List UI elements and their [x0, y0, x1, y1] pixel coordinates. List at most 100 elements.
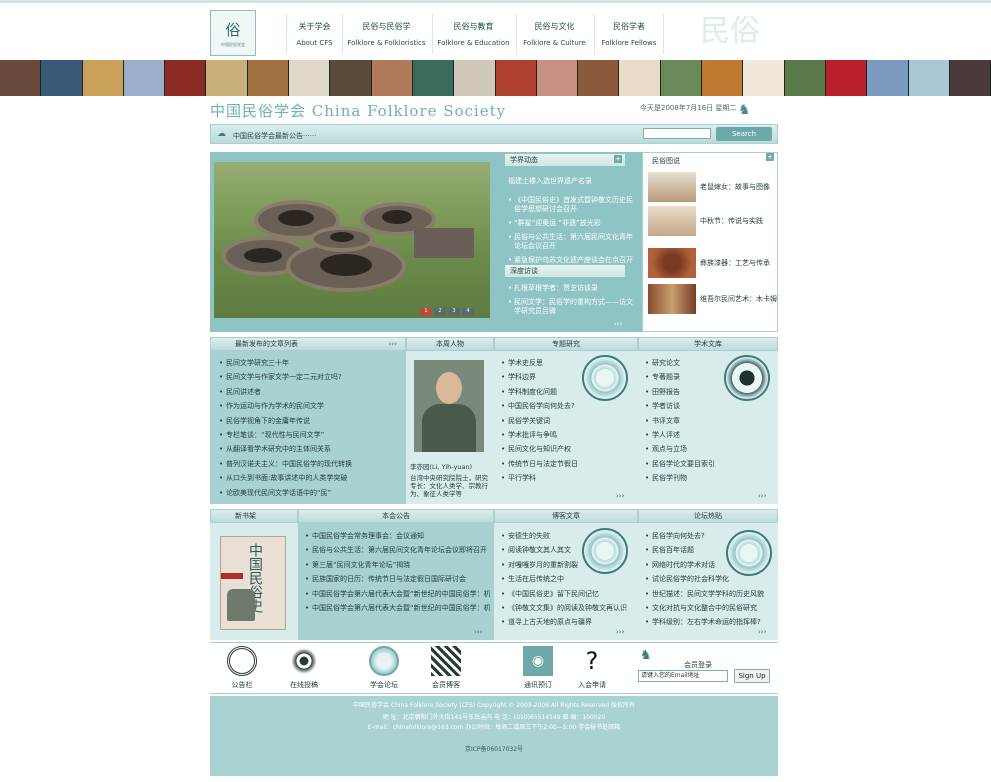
newsletter-button[interactable]: ◉ 通讯预订 [516, 646, 560, 690]
meeting-item[interactable]: 中国民俗学会第六届代表大会暨“新世纪的中国民俗学：机遇与挑战”同上讨论通知 [304, 601, 490, 615]
library-item[interactable]: 研究论文 [644, 356, 734, 370]
tujian-title: 民俗图说 [652, 157, 680, 165]
library-item[interactable]: 学人评述 [644, 428, 734, 442]
society-logo[interactable]: 俗 中国民俗学会 [210, 10, 256, 56]
library-item[interactable]: 民俗学刊物 [644, 471, 734, 485]
photo-page-3[interactable]: 3 [448, 308, 460, 316]
person-name[interactable]: 李亦园(Li, Yih-yuan) [410, 461, 494, 471]
meeting-item[interactable]: 民俗与公共生活：第六届民间文化青年论坛会议即将召开 [304, 543, 490, 557]
xuejie-item[interactable]: 《中国民俗史》首发式暨钟敬文历史民俗学思想研讨会召开 [508, 196, 633, 214]
library-item[interactable]: 专著题录 [644, 370, 734, 384]
shendu-item[interactable]: 扎根草根学者：贾芝访谈录 [508, 284, 633, 293]
nav-about[interactable]: 关于学会 About CFS [286, 14, 342, 54]
expand-icon[interactable]: + [614, 155, 622, 163]
blog-item[interactable]: 生活在后传统之中 [500, 572, 636, 586]
submit-online-button[interactable]: 在线投稿 [284, 646, 324, 690]
tujian-item[interactable]: 彝族漆器：工艺与传承 [648, 248, 776, 278]
tujian-thumbnail [648, 248, 696, 278]
meeting-item[interactable]: 民族国家的日历：传统节日与法定假日国际研讨会 [304, 572, 490, 586]
search-input[interactable] [643, 128, 711, 139]
person-photo[interactable] [414, 360, 484, 452]
topic-item[interactable]: 学术批评与争鸣 [500, 428, 590, 442]
more-link[interactable]: ››› [389, 338, 397, 350]
library-item[interactable]: 学者访谈 [644, 399, 734, 413]
yin-yang-icon [724, 355, 770, 401]
topic-item[interactable]: 传统节日与法定节假日 [500, 457, 590, 471]
forum-item[interactable]: 文化对抗与文化整合中的民俗研究 [644, 601, 776, 615]
tujian-item[interactable]: 中秋节：传说与实践 [648, 206, 776, 236]
topic-item[interactable]: 民俗学关键词 [500, 414, 590, 428]
xuejie-item[interactable]: 紧急保护乌苏文化遗产座谈会在京召开 [508, 256, 633, 265]
topic-item[interactable]: 中国民俗学向何处去? [500, 399, 590, 413]
meeting-item[interactable]: 中国民俗学会第六届代表大会暨“新世纪的中国民俗学：机遇与挑战”参会论文 [304, 587, 490, 601]
nav-folklore-fellows[interactable]: 民俗学者 Folklore Fellows [594, 14, 664, 54]
tulou-courtyard [330, 232, 354, 242]
topic-header: 专题研究 [494, 337, 638, 351]
tujian-item[interactable]: 维吾尔民间艺术：木卡姆 [648, 284, 777, 314]
email-field[interactable]: 请键入您的Email地址 [638, 670, 728, 682]
more-link[interactable]: ››› [616, 628, 624, 636]
library-item[interactable]: 观点与立场 [644, 442, 734, 456]
xuejie-headline[interactable]: 福建土楼入选世界遗产名录 [508, 176, 592, 186]
more-link[interactable]: ››› [758, 492, 766, 500]
article-item[interactable]: 普列汉诺夫主义：中国民俗学的现代转换 [218, 457, 404, 471]
library-item[interactable]: 民俗学论文要目索引 [644, 457, 734, 471]
article-item[interactable]: 民间文学与作家文学一定二元对立吗? [218, 370, 404, 384]
xuejie-item[interactable]: “群星”迎奥运 “非遗”放光彩 [508, 219, 633, 228]
strip-image [289, 60, 331, 96]
article-item[interactable]: 论欧美现代民间文学话语中的“民” [218, 486, 404, 500]
featured-photo-tulou[interactable] [214, 162, 490, 318]
topic-item[interactable]: 民间文化与知识产权 [500, 442, 590, 456]
footer-icp: 京ICP备06017032号 [464, 746, 524, 753]
notice-link[interactable]: 中国民俗学会最新公告······ [233, 131, 316, 141]
topic-item[interactable]: 学科制度化问题 [500, 385, 590, 399]
more-link[interactable]: ››› [758, 628, 766, 636]
meeting-item[interactable]: 第三届“民间文化青年论坛”揭晓 [304, 558, 490, 572]
articles-title: 最新发布的文章列表 [235, 340, 298, 348]
shendu-header: 深度访谈 [505, 265, 625, 277]
library-item[interactable]: 书评文章 [644, 414, 734, 428]
blog-item[interactable]: 《中国民俗史》留下民间记忆 [500, 587, 636, 601]
article-item[interactable]: 民俗学视角下的金庸年传说 [218, 414, 404, 428]
new-book-cover[interactable]: 中国民俗史 [220, 536, 286, 630]
article-item[interactable]: 作为运动与作为学术的民间文学 [218, 399, 404, 413]
blog-item[interactable]: 《钟敬文文集》的阅读及钟敬文再认识 [500, 601, 636, 615]
more-link[interactable]: ››› [616, 492, 624, 500]
article-item[interactable]: 专栏笔谈：“现代性与民间文学” [218, 428, 404, 442]
article-item[interactable]: 从翻译看学术研究中的主体间关系 [218, 442, 404, 456]
blog-header: 博客文章 [494, 509, 638, 523]
topic-item[interactable]: 平行学科 [500, 471, 590, 485]
photo-page-2[interactable]: 2 [434, 308, 446, 316]
person-face [436, 372, 462, 404]
shendu-item[interactable]: 民间文学：民俗学的重构方式——访文学研究员吕微 [508, 298, 633, 316]
topic-item[interactable]: 学术史反思 [500, 356, 590, 370]
library-item[interactable]: 田野报告 [644, 385, 734, 399]
article-item[interactable]: 从口头到书面:故事讲述中的人类学突破 [218, 471, 404, 485]
meeting-item[interactable]: 中国民俗学会常务理事会：会议通知 [304, 529, 490, 543]
topic-item[interactable]: 学科边界 [500, 370, 590, 384]
forum-item[interactable]: 世纪描述：民间文学学科的历史风貌 [644, 587, 776, 601]
photo-page-4[interactable]: 4 [462, 308, 474, 316]
article-item[interactable]: 民间讲述者 [218, 385, 404, 399]
nav-about-zh: 关于学会 [298, 22, 331, 31]
bulletin-button[interactable]: 公告栏 [222, 646, 262, 690]
search-button[interactable]: Search [716, 127, 772, 141]
photo-page-1[interactable]: 1 [420, 308, 432, 316]
tujian-item[interactable]: 老鼠嫁女：故事与图像 [648, 172, 776, 202]
member-blog-button[interactable]: 会员博客 [426, 646, 466, 690]
forum-item[interactable]: 学科级别：左右学术命运的指挥棒? [644, 615, 776, 629]
expand-icon[interactable]: + [766, 153, 774, 161]
nav-education-zh: 民俗与教育 [453, 22, 494, 31]
join-button[interactable]: ? 入会申请 [572, 646, 612, 690]
nav-folklore-culture[interactable]: 民俗与文化 Folklore & Culture [516, 14, 592, 54]
forum-button[interactable]: 学会论坛 [364, 646, 404, 690]
more-link[interactable]: ››› [474, 628, 482, 636]
signup-button[interactable]: Sign Up [734, 669, 770, 683]
article-item[interactable]: 民间文学研究三十年 [218, 356, 404, 370]
strip-image [908, 60, 950, 96]
xuejie-item[interactable]: 民俗与公共生活：第六届民间文化青年论坛会议召开 [508, 233, 633, 251]
more-link[interactable]: ››› [614, 320, 622, 328]
footer-contact[interactable]: E-mail：chinafolklore@163.com 办公时间：每周二或周三… [210, 722, 778, 731]
nav-folklore-education[interactable]: 民俗与教育 Folklore & Education [432, 14, 514, 54]
nav-folklore-folkloristics[interactable]: 民俗与民俗学 Folklore & Folkloristics [342, 14, 430, 54]
